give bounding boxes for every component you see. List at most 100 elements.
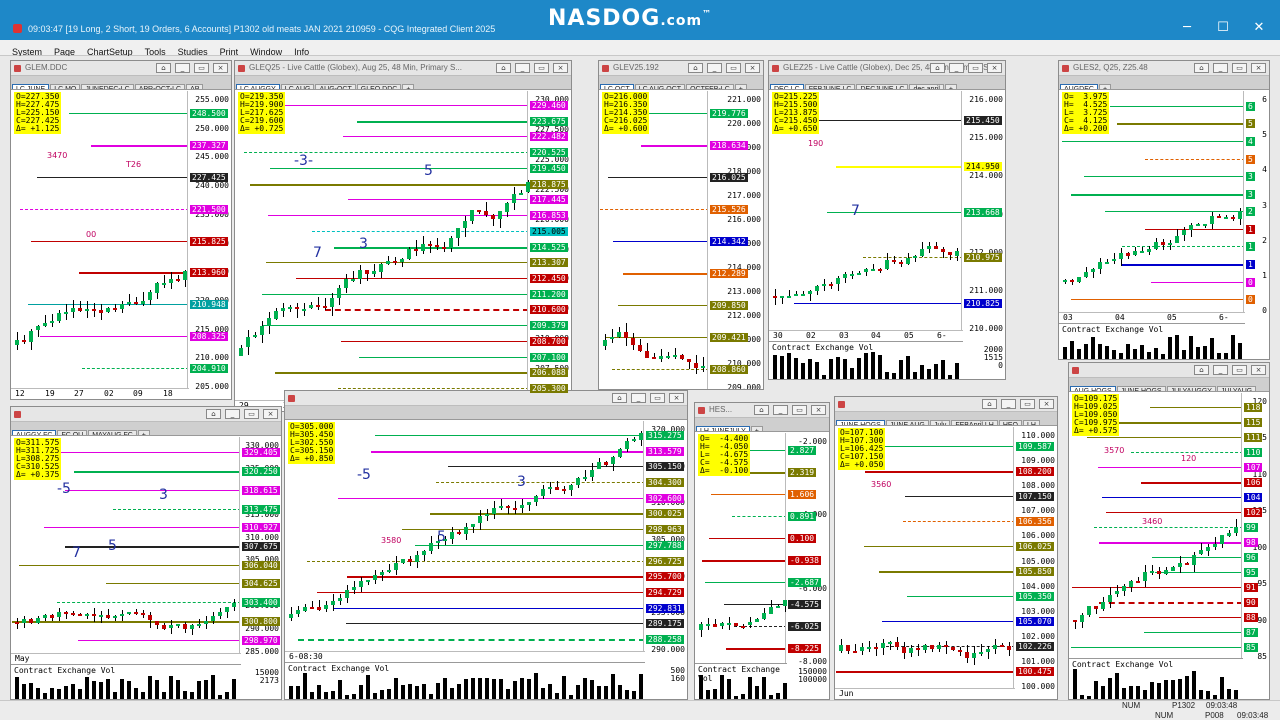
restore-icon[interactable]: ▭ <box>726 63 741 73</box>
volume-pane[interactable]: Contract Exchange Vol <box>1069 658 1243 699</box>
time-axis[interactable]: 30020304056-08:30 <box>769 330 963 349</box>
chart-tab[interactable]: DEC LC <box>770 84 804 89</box>
restore-icon[interactable]: ▭ <box>1020 399 1035 409</box>
chart-tab[interactable]: + <box>750 426 763 431</box>
price-plot[interactable] <box>235 91 527 400</box>
close-icon[interactable]: × <box>553 63 568 73</box>
restore-icon[interactable]: ▭ <box>1232 63 1247 73</box>
chart-title-bar[interactable]: ⌂ _ ▭ × <box>11 407 281 422</box>
chart-tab[interactable]: APR-OCT-LC <box>134 84 186 89</box>
minimize-icon[interactable]: _ <box>949 63 964 73</box>
chart-tab[interactable]: + <box>734 84 747 89</box>
volume-pane[interactable]: Contract Exchange Vol <box>11 664 241 699</box>
chart-window-w6[interactable]: ⌂ _ ▭ × AUGGY FC FC QU MAYAUG FC +329.405 320.25… <box>10 406 282 700</box>
link-icon[interactable]: ⌂ <box>754 405 769 415</box>
time-axis[interactable]: 0304056-08:30 <box>1059 312 1245 331</box>
restore-icon[interactable]: ▭ <box>650 393 665 403</box>
chart-title-bar[interactable]: ⌂ _ ▭ × <box>1069 363 1269 378</box>
close-icon[interactable]: × <box>987 63 1002 73</box>
link-icon[interactable]: ⌂ <box>930 63 945 73</box>
close-icon[interactable]: × <box>1039 399 1054 409</box>
chart-window-w7[interactable]: ⌂ _ ▭ × 315.275 313.579 305.150 304.300 302.600 3… <box>284 390 688 700</box>
time-axis[interactable]: 12 19 27 02 09 18 Jun <box>11 388 189 399</box>
minimize-icon[interactable]: _ <box>773 405 788 415</box>
restore-icon[interactable]: ▭ <box>1232 365 1247 375</box>
chart-tab[interactable]: + <box>137 430 150 435</box>
chart-window-w1[interactable]: GLEM.DDC ⌂ _ ▭ × LC JUNE LC MQ JUNEDEC-LC APR-OC… <box>10 60 232 400</box>
chart-tab[interactable]: + <box>944 84 957 89</box>
chart-tab[interactable]: LH <box>1023 420 1040 425</box>
chart-tab[interactable]: LC AUGGY <box>236 84 280 89</box>
minimize-icon[interactable]: ─ <box>1180 20 1194 35</box>
chart-title-bar[interactable]: HES... ⌂ _ ▭ × <box>695 403 829 418</box>
close-icon[interactable]: × <box>213 63 228 73</box>
chart-tab[interactable]: dec april <box>909 84 944 89</box>
restore-icon[interactable]: ▭ <box>534 63 549 73</box>
chart-window-w10[interactable]: ⌂ _ ▭ × AUG HOGS JUNE HOGS JULYAUGGY JULYAUG 118… <box>1068 362 1270 700</box>
minimize-icon[interactable]: _ <box>1213 63 1228 73</box>
chart-tab[interactable]: HEQ <box>998 420 1022 425</box>
chart-title-bar[interactable]: ⌂ _ ▭ × <box>285 391 687 406</box>
link-icon[interactable]: ⌂ <box>612 393 627 403</box>
minimize-icon[interactable]: _ <box>225 409 240 419</box>
link-icon[interactable]: ⌂ <box>496 63 511 73</box>
price-plot[interactable] <box>285 421 643 651</box>
time-axis[interactable]: May <box>11 653 241 664</box>
chart-tab[interactable]: AUG-OCT <box>315 84 356 89</box>
link-icon[interactable]: ⌂ <box>688 63 703 73</box>
chart-title-bar[interactable]: GLEM.DDC ⌂ _ ▭ × <box>11 61 231 76</box>
volume-pane[interactable]: Contract Exchange Vol <box>285 662 645 699</box>
close-icon[interactable]: × <box>745 63 760 73</box>
link-icon[interactable]: ⌂ <box>156 63 171 73</box>
volume-pane[interactable]: Contract Exchange Vol <box>1059 323 1245 359</box>
chart-tab[interactable]: LC JUNE <box>12 84 50 89</box>
chart-tab[interactable]: JUNEDEC-LC <box>81 84 134 89</box>
close-icon[interactable]: × <box>1251 63 1266 73</box>
chart-tab[interactable]: GLEQ.DDC <box>356 84 402 89</box>
chart-tab[interactable]: AUG HOGS <box>1070 386 1116 391</box>
chart-window-w9[interactable]: ⌂ _ ▭ × JUNE HOGS JUNE AUG July FEBApril LH HEQ L… <box>834 396 1058 700</box>
minimize-icon[interactable]: _ <box>631 393 646 403</box>
chart-tab[interactable]: JUNE AUG <box>885 420 929 425</box>
chart-tab[interactable]: LH JUNEJULY <box>696 426 750 431</box>
link-icon[interactable]: ⌂ <box>1194 63 1209 73</box>
chart-tab[interactable]: + <box>402 84 415 89</box>
volume-pane[interactable]: Contract Exchange Vol <box>769 341 963 379</box>
minimize-icon[interactable]: _ <box>175 63 190 73</box>
time-axis[interactable]: Jun <box>835 688 1015 699</box>
price-plot[interactable] <box>599 91 707 389</box>
chart-title-bar[interactable]: GLES2, Q25, Z25.48 ⌂ _ ▭ × <box>1059 61 1269 76</box>
chart-tab[interactable]: LC AUG <box>280 84 315 89</box>
close-icon[interactable]: × <box>1251 365 1266 375</box>
restore-icon[interactable]: ▭ <box>792 405 807 415</box>
chart-tab[interactable]: LC OCT <box>600 84 634 89</box>
chart-tab[interactable]: FEBJUNE LC <box>804 84 856 89</box>
chart-window-w8[interactable]: HES... ⌂ _ ▭ × LH JUNEJULY +2.827 2.319 1.606 0.8… <box>694 402 830 700</box>
chart-window-w2[interactable]: GLEQ25 - Live Cattle (Globex), Aug 25, 4… <box>234 60 572 412</box>
restore-icon[interactable]: ▭ <box>244 409 259 419</box>
close-icon[interactable]: ✕ <box>1252 20 1266 35</box>
chart-title-bar[interactable]: ⌂ _ ▭ × <box>835 397 1057 412</box>
minimize-icon[interactable]: _ <box>1213 365 1228 375</box>
chart-tab[interactable]: AP <box>186 84 204 89</box>
chart-tab[interactable]: MAYAUG FC <box>88 430 137 435</box>
chart-tab[interactable]: FEBApril LH <box>951 420 998 425</box>
chart-tab[interactable]: + <box>1098 84 1112 89</box>
chart-window-w3[interactable]: GLEV25.192 ⌂ _ ▭ × LC OCT LC AUG OCT OCTFEB-LC +… <box>598 60 764 390</box>
minimize-icon[interactable]: _ <box>515 63 530 73</box>
chart-tab[interactable]: AUGGY FC <box>12 430 57 435</box>
restore-icon[interactable]: ▭ <box>194 63 209 73</box>
chart-tab[interactable]: July <box>929 420 951 425</box>
chart-tab[interactable]: JUNE HOGS <box>1116 386 1166 391</box>
close-icon[interactable]: × <box>811 405 826 415</box>
chart-tab[interactable]: FC QU <box>57 430 88 435</box>
price-plot[interactable] <box>11 91 187 388</box>
chart-tab[interactable]: LC MQ <box>50 84 81 89</box>
chart-title-bar[interactable]: GLEQ25 - Live Cattle (Globex), Aug 25, 4… <box>235 61 571 76</box>
time-axis[interactable]: 6-08:30 <box>285 651 645 662</box>
close-icon[interactable]: × <box>263 409 278 419</box>
close-icon[interactable]: × <box>669 393 684 403</box>
chart-tab[interactable]: JULYAUG <box>1216 386 1257 391</box>
minimize-icon[interactable]: _ <box>707 63 722 73</box>
link-icon[interactable]: ⌂ <box>1194 365 1209 375</box>
